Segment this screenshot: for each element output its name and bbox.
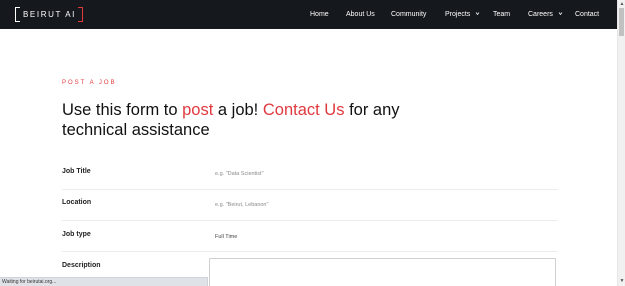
job-type-select[interactable]: Full Time: [215, 234, 237, 240]
nav-projects[interactable]: Projects: [445, 0, 480, 29]
nav-home[interactable]: Home: [310, 0, 329, 29]
headline-text-1: Use this form to: [62, 101, 183, 119]
nav-projects-label: Projects: [445, 11, 471, 18]
browser-status-bar: Waiting for beirutai.org...: [0, 277, 208, 286]
nav-careers[interactable]: Careers: [528, 0, 563, 29]
scroll-up-arrow-icon[interactable]: ▲: [619, 1, 625, 7]
nav-team-label: Team: [493, 11, 511, 18]
nav-about-us-label: About Us: [346, 11, 375, 18]
contact-us-link[interactable]: Contact Us: [263, 101, 345, 119]
nav-community[interactable]: Community: [391, 0, 426, 29]
nav-contact-label: Contact: [575, 11, 600, 18]
location-input[interactable]: e.g. "Beirut, Lebanon": [215, 202, 268, 208]
job-type-label: Job type: [62, 231, 91, 238]
job-title-label: Job Title: [62, 168, 91, 175]
logo-right-bracket: [77, 7, 83, 22]
location-label: Location: [62, 199, 92, 206]
nav-about-us[interactable]: About Us: [346, 0, 375, 29]
nav-home-label: Home: [310, 11, 329, 18]
job-title-input[interactable]: e.g. "Data Scientist": [215, 171, 264, 177]
description-textarea[interactable]: [209, 258, 556, 286]
nav-careers-label: Careers: [528, 11, 553, 18]
headline-text-2: a job!: [213, 101, 263, 119]
form-divider: [62, 189, 558, 190]
scrollbar-thumb[interactable]: [619, 8, 624, 36]
page-headline: Use this form to post a job! Contact Us …: [62, 100, 422, 140]
nav-team[interactable]: Team: [493, 0, 510, 29]
page-scrollbar[interactable]: ▲ ▼: [617, 0, 625, 286]
description-label: Description: [62, 262, 101, 269]
form-divider: [62, 220, 558, 221]
chevron-down-icon: [558, 12, 563, 16]
post-link[interactable]: post: [182, 101, 213, 119]
top-navbar: BEIRUT AI Home About Us Community Projec…: [0, 0, 617, 29]
logo-ai: AI: [65, 10, 76, 19]
section-eyebrow: POST A JOB: [62, 80, 117, 86]
logo-word: BEIRUT: [23, 10, 62, 19]
scroll-down-arrow-icon[interactable]: ▼: [619, 278, 625, 284]
form-divider: [62, 251, 558, 252]
beirut-ai-logo[interactable]: BEIRUT AI: [15, 7, 83, 22]
chevron-down-icon: [475, 12, 480, 16]
nav-contact[interactable]: Contact: [575, 0, 599, 29]
nav-community-label: Community: [391, 11, 427, 18]
